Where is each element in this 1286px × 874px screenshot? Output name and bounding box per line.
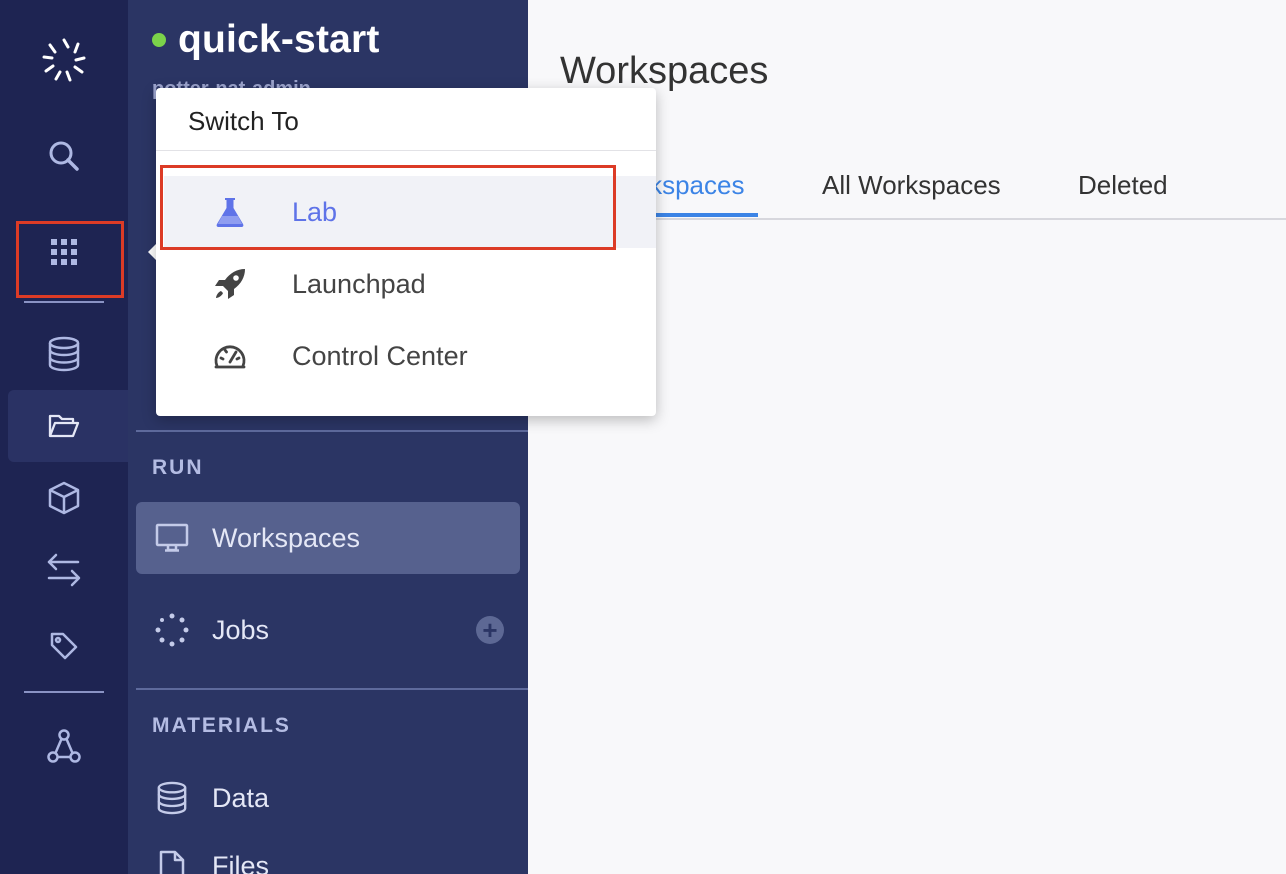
menu-item-label: Control Center: [292, 340, 468, 371]
tab-deleted[interactable]: Deleted: [1078, 170, 1168, 201]
project-header[interactable]: quick-start: [152, 18, 380, 62]
network-icon[interactable]: [0, 724, 128, 768]
page-title: Workspaces: [560, 50, 769, 92]
menu-item-launchpad[interactable]: Launchpad: [164, 248, 656, 320]
database-icon[interactable]: [0, 332, 128, 376]
monitor-icon: [152, 518, 192, 558]
sidebar-item-label: Files: [212, 850, 270, 874]
cube-icon[interactable]: [0, 476, 128, 520]
sidebar-item-jobs[interactable]: Jobs: [136, 594, 520, 666]
menu-title: Switch To: [188, 106, 299, 136]
rocket-icon: [212, 266, 248, 302]
section-label-materials: MATERIALS: [152, 714, 291, 737]
database-icon: [152, 778, 192, 818]
menu-separator: [156, 150, 656, 151]
rail-divider: [24, 301, 104, 303]
tag-icon[interactable]: [0, 624, 128, 668]
file-icon: [152, 846, 192, 874]
logo-icon[interactable]: [0, 38, 128, 82]
sidebar-item-label: Workspaces: [212, 522, 361, 553]
sidebar-divider: [136, 688, 528, 690]
search-icon[interactable]: [0, 134, 128, 178]
sidebar-item-label: Jobs: [212, 614, 270, 645]
menu-item-label: Launchpad: [292, 268, 426, 299]
sidebar-divider: [136, 430, 528, 432]
menu-item-control-center[interactable]: Control Center: [164, 320, 656, 392]
sidebar-item-files[interactable]: Files: [136, 830, 520, 874]
project-name: quick-start: [178, 18, 380, 61]
rail-divider: [24, 691, 104, 693]
speedometer-icon: [212, 338, 248, 374]
status-indicator: [152, 33, 166, 47]
apps-grid-highlight: [16, 221, 124, 298]
section-label-run: RUN: [152, 456, 204, 479]
sidebar-item-data[interactable]: Data: [136, 762, 520, 834]
jobs-icon: [152, 610, 192, 650]
folder-open-icon[interactable]: [0, 404, 128, 448]
sidebar-item-label: Data: [212, 782, 270, 813]
switch-to-menu: Switch To Lab Launchpad Control Center: [156, 88, 656, 416]
sidebar-item-workspaces[interactable]: Workspaces: [136, 502, 520, 574]
icon-rail: [0, 0, 128, 874]
transfer-icon[interactable]: [0, 548, 128, 592]
tab-all-workspaces[interactable]: All Workspaces: [822, 170, 1001, 201]
lab-item-highlight: [160, 165, 616, 250]
add-job-button[interactable]: +: [476, 616, 504, 644]
